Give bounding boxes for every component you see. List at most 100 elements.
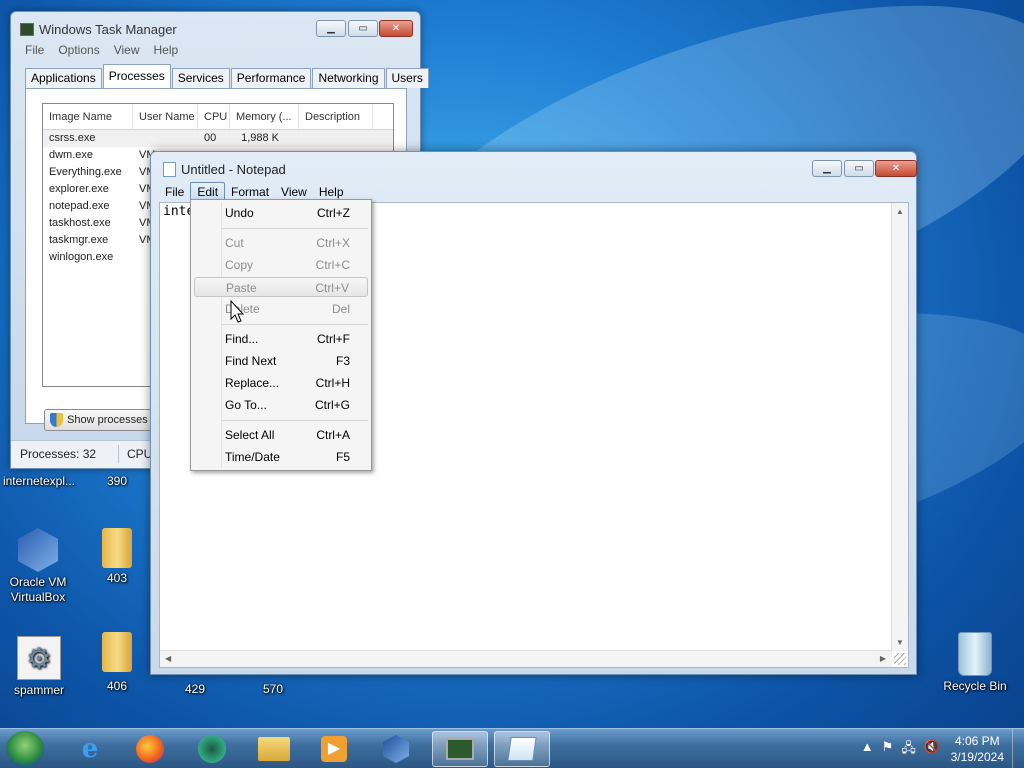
taskbar-media-player[interactable]: ▶	[306, 731, 362, 767]
menu-item-label: Find Next	[225, 354, 277, 368]
desktop-icon-label: 429	[184, 682, 206, 696]
firefox-icon	[136, 735, 164, 763]
clock-time: 4:06 PM	[954, 734, 1000, 748]
folder-icon	[102, 528, 132, 568]
tab-networking[interactable]: Networking	[312, 68, 385, 88]
show-hidden-icons-icon[interactable]: ▲	[861, 739, 874, 761]
task-manager-icon	[20, 23, 34, 36]
tab-services[interactable]: Services	[171, 68, 230, 88]
vertical-scrollbar[interactable]: ▲ ▼	[891, 203, 908, 651]
tab-performance[interactable]: Performance	[230, 68, 312, 88]
menu-item-replace[interactable]: Replace... Ctrl+H	[194, 373, 368, 393]
taskbar-media-app[interactable]	[184, 731, 240, 767]
desktop-icon-570[interactable]: 570	[235, 682, 311, 697]
menu-item-delete[interactable]: Delete Del	[194, 299, 368, 319]
recycle-bin-icon	[958, 632, 992, 676]
desktop-icon-429[interactable]: 429	[157, 682, 233, 697]
process-name: csrss.exe	[49, 132, 96, 144]
menu-view[interactable]: View	[114, 43, 140, 57]
menu-item-shortcut: Ctrl+G	[314, 398, 350, 412]
menu-file[interactable]: File	[25, 43, 44, 57]
maximize-button[interactable]: ▭	[348, 20, 378, 37]
desktop-icon-406[interactable]: 406	[79, 632, 155, 694]
internet-explorer-icon: e	[81, 734, 99, 764]
taskbar-notepad[interactable]	[494, 731, 550, 767]
taskbar-task-manager[interactable]	[432, 731, 488, 767]
volume-muted-icon[interactable]: 🔇	[924, 739, 940, 761]
desktop-icon-virtualbox[interactable]: Oracle VM VirtualBox	[0, 528, 76, 605]
status-divider	[118, 445, 119, 463]
menu-item-shortcut: Ctrl+C	[315, 258, 350, 272]
menu-item-label: Find...	[225, 332, 259, 346]
process-name: taskhost.exe	[49, 217, 111, 229]
menu-help[interactable]: Help	[154, 43, 179, 57]
network-icon[interactable]: 🖧	[901, 739, 916, 761]
menu-item-find[interactable]: Find... Ctrl+F	[194, 329, 368, 349]
scroll-right-icon[interactable]: ▶	[880, 654, 886, 663]
menu-item-shortcut: Ctrl+H	[315, 376, 350, 390]
close-button[interactable]: ✕	[875, 160, 917, 177]
menu-item-select-all[interactable]: Select All Ctrl+A	[194, 425, 368, 445]
start-button[interactable]	[6, 731, 44, 767]
menu-item-find-next[interactable]: Find Next F3	[194, 351, 368, 371]
taskbar-internet-explorer[interactable]: e	[62, 731, 118, 767]
task-manager-menu-bar: File Options View Help	[25, 43, 178, 57]
gear-icon: ⚙	[17, 636, 61, 680]
taskbar-file-explorer[interactable]	[246, 731, 302, 767]
action-center-flag-icon[interactable]: ⚑	[882, 739, 894, 761]
desktop-icon-internetexplorer[interactable]: internetexpl...	[1, 474, 77, 489]
process-row[interactable]: csrss.exe 00 1,988 K	[43, 130, 393, 147]
tab-processes[interactable]: Processes	[102, 64, 171, 88]
minimize-button[interactable]: ▁	[316, 20, 346, 37]
column-description[interactable]: Description	[299, 104, 373, 129]
column-image-name[interactable]: Image Name	[43, 104, 133, 129]
close-button[interactable]: ✕	[379, 20, 413, 37]
process-name: explorer.exe	[49, 183, 109, 195]
menu-separator	[222, 228, 368, 229]
show-processes-label: Show processes f	[67, 414, 154, 426]
shield-icon	[50, 413, 63, 427]
taskbar-firefox[interactable]	[122, 731, 178, 767]
desktop-icon-label: internetexpl...	[2, 474, 76, 488]
menu-item-label: Replace...	[225, 376, 280, 390]
process-name: taskmgr.exe	[49, 234, 109, 246]
menu-options[interactable]: Options	[58, 43, 99, 57]
menu-item-copy[interactable]: Copy Ctrl+C	[194, 255, 368, 275]
task-manager-tabs: Applications Processes Services Performa…	[25, 64, 430, 88]
maximize-button[interactable]: ▭	[844, 160, 874, 177]
process-name: winlogon.exe	[49, 251, 114, 263]
process-list-header: Image Name User Name CPU Memory (... Des…	[43, 104, 393, 130]
column-user-name[interactable]: User Name	[133, 104, 198, 129]
minimize-button[interactable]: ▁	[812, 160, 842, 177]
menu-item-shortcut: F5	[335, 450, 350, 464]
menu-item-cut[interactable]: Cut Ctrl+X	[194, 233, 368, 253]
menu-item-go-to[interactable]: Go To... Ctrl+G	[194, 395, 368, 415]
desktop-icon-recycle-bin[interactable]: Recycle Bin	[937, 632, 1013, 694]
taskbar-clock[interactable]: 4:06 PM 3/19/2024	[951, 733, 1004, 765]
taskbar-virtualbox[interactable]	[368, 731, 424, 767]
desktop-icon-403[interactable]: 403	[79, 528, 155, 586]
menu-file[interactable]: File	[159, 183, 190, 201]
scroll-down-icon[interactable]: ▼	[892, 638, 908, 647]
tab-users[interactable]: Users	[385, 68, 429, 88]
system-tray: ▲ ⚑ 🖧 🔇	[861, 739, 940, 761]
column-cpu[interactable]: CPU	[198, 104, 230, 129]
scroll-left-icon[interactable]: ◀	[165, 654, 171, 663]
resize-grip-icon[interactable]	[894, 653, 906, 665]
status-processes: Processes: 32	[20, 447, 97, 461]
horizontal-scrollbar[interactable]: ◀ ▶	[160, 650, 892, 667]
menu-item-time-date[interactable]: Time/Date F5	[194, 447, 368, 467]
column-memory[interactable]: Memory (...	[230, 104, 299, 129]
menu-item-paste[interactable]: Paste Ctrl+V	[194, 277, 368, 297]
desktop-icon-390[interactable]: 390	[79, 474, 155, 489]
menu-item-undo[interactable]: Undo Ctrl+Z	[194, 203, 368, 223]
desktop-icon-spammer[interactable]: ⚙ spammer	[1, 636, 77, 698]
menu-separator	[222, 324, 368, 325]
desktop-icon-label: 403	[106, 571, 128, 585]
process-user	[133, 130, 198, 147]
menu-item-shortcut: Del	[331, 302, 350, 316]
desktop-icon-label: spammer	[13, 683, 64, 697]
show-desktop-button[interactable]	[1012, 729, 1024, 768]
tab-applications[interactable]: Applications	[25, 68, 102, 88]
scroll-up-icon[interactable]: ▲	[892, 207, 908, 216]
